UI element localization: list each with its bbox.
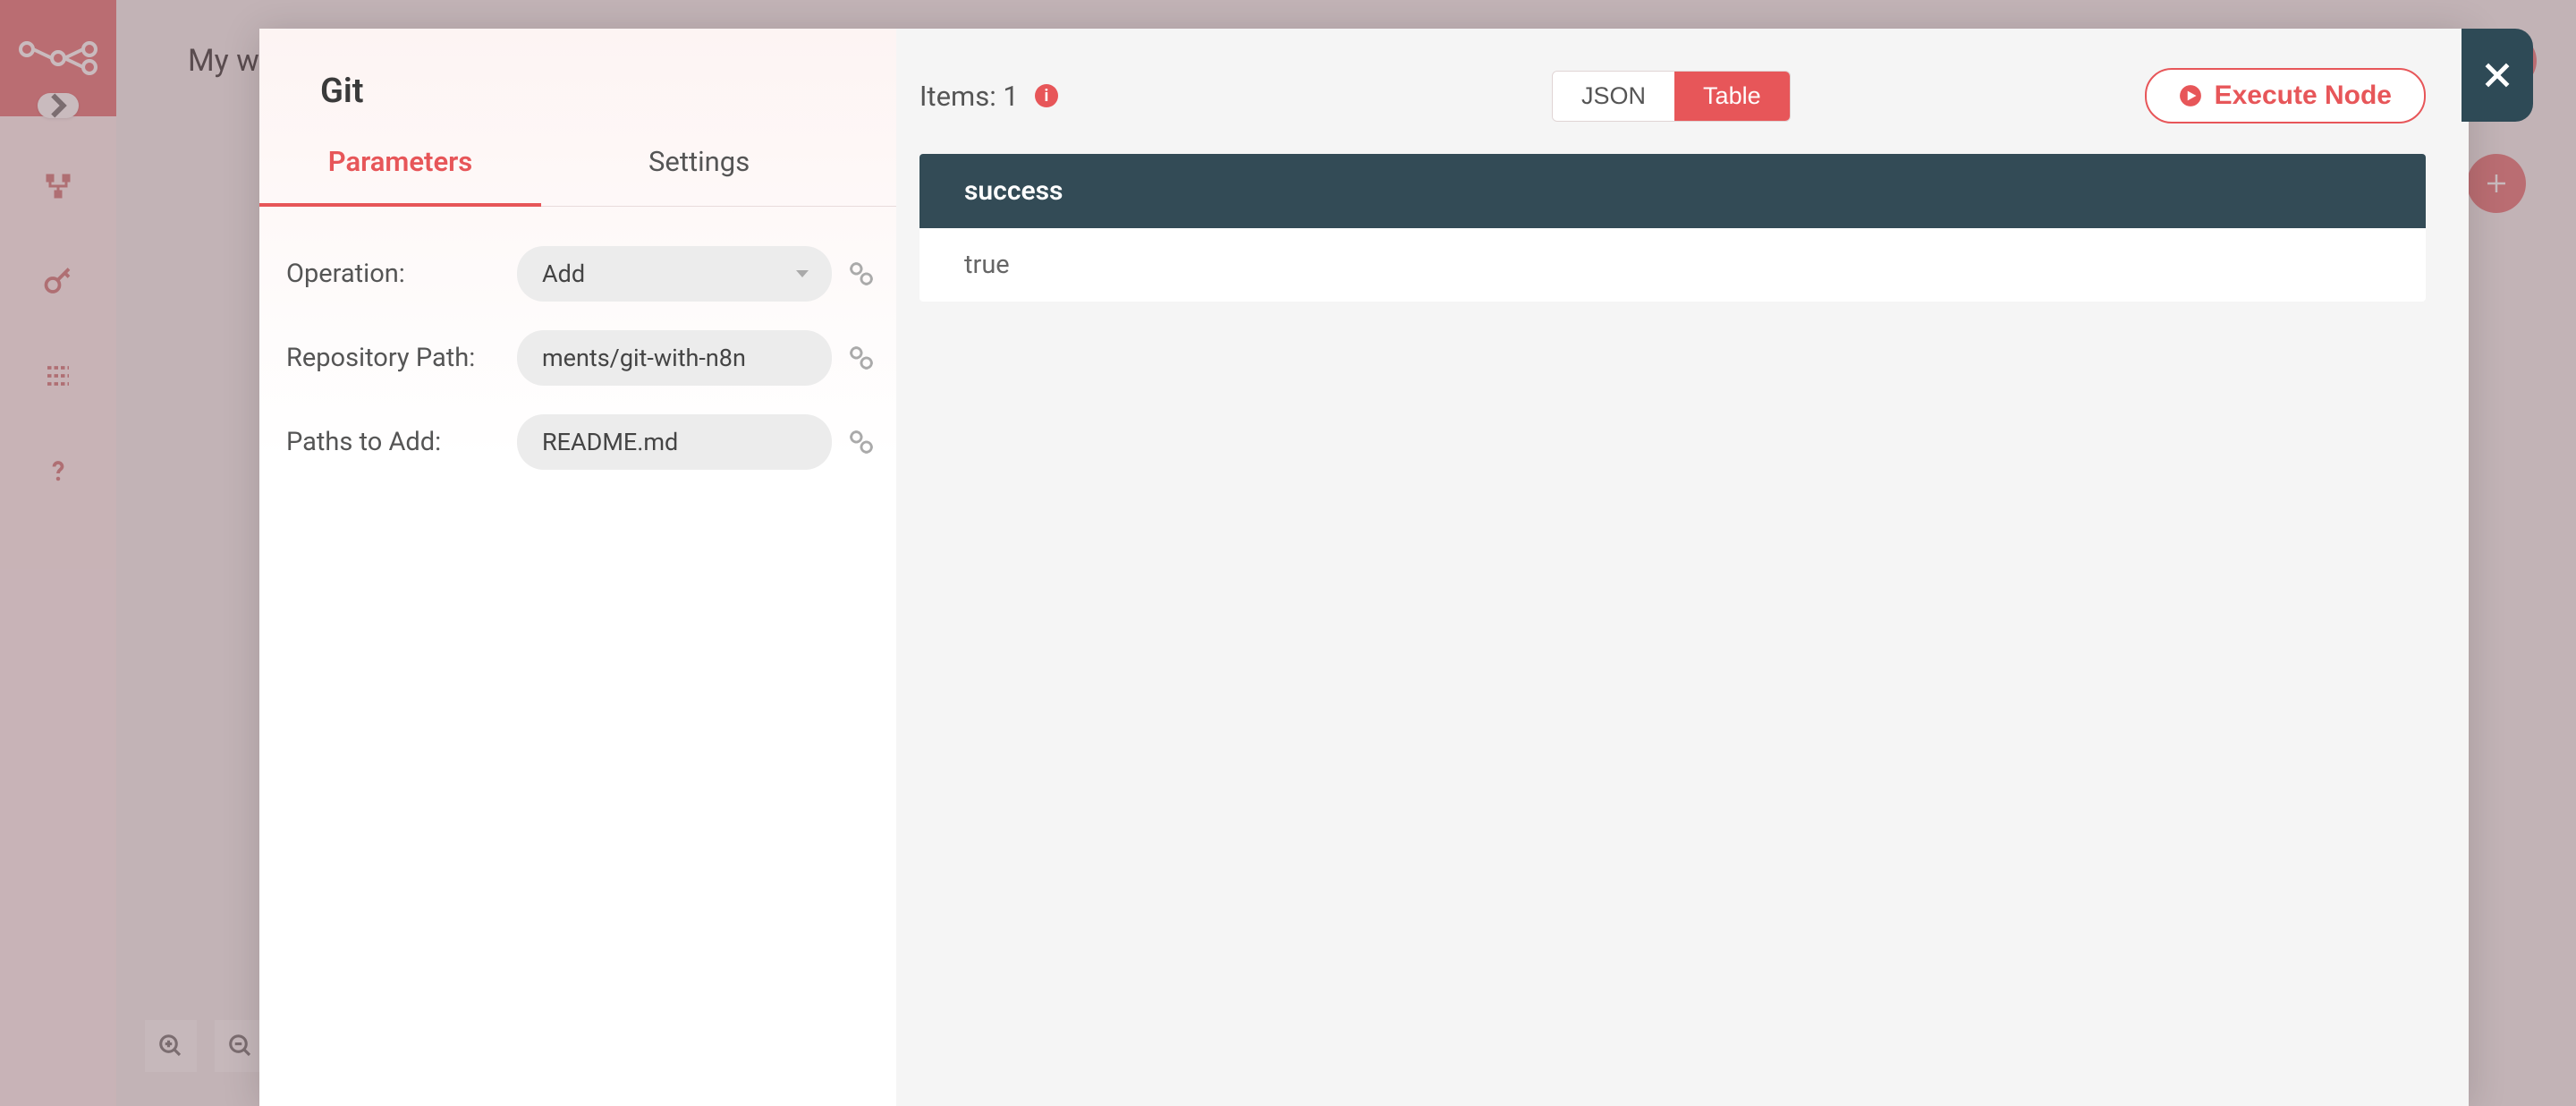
paths-to-add-input[interactable]: README.md: [517, 414, 832, 470]
close-button[interactable]: [2462, 29, 2533, 122]
param-repository-path: Repository Path: ments/git-with-n8n: [286, 330, 884, 386]
node-output-panel: Items: 1 i JSON Table Execute Node succe…: [896, 29, 2469, 1106]
items-count-label: Items: 1: [919, 80, 1019, 113]
param-options-icon[interactable]: [846, 343, 877, 373]
output-view-toggle: JSON Table: [1552, 71, 1791, 122]
node-title: Git: [259, 29, 896, 145]
param-paths-to-add: Paths to Add: README.md: [286, 414, 884, 470]
close-icon: [2479, 57, 2515, 93]
info-badge-icon[interactable]: i: [1035, 84, 1058, 107]
table-header-cell: success: [919, 154, 2426, 228]
repository-path-input[interactable]: ments/git-with-n8n: [517, 330, 832, 386]
node-parameters-panel: Git Parameters Settings Operation: Add R…: [259, 29, 896, 1106]
table-data-cell: true: [919, 228, 2426, 302]
execute-node-button[interactable]: Execute Node: [2145, 68, 2426, 123]
view-json-button[interactable]: JSON: [1553, 72, 1674, 121]
panel-tabs: Parameters Settings: [259, 145, 896, 207]
param-options-icon[interactable]: [846, 259, 877, 289]
node-editor-modal: Git Parameters Settings Operation: Add R…: [259, 29, 2469, 1106]
operation-select[interactable]: Add: [517, 246, 832, 302]
view-table-button[interactable]: Table: [1674, 72, 1790, 121]
param-label: Repository Path:: [286, 343, 506, 373]
tab-parameters[interactable]: Parameters: [259, 145, 541, 207]
param-operation: Operation: Add: [286, 246, 884, 302]
tab-settings[interactable]: Settings: [541, 145, 896, 206]
play-circle-icon: [2179, 84, 2202, 107]
param-options-icon[interactable]: [846, 427, 877, 457]
output-table: success true: [919, 154, 2426, 302]
param-label: Paths to Add:: [286, 427, 506, 457]
param-label: Operation:: [286, 259, 506, 289]
